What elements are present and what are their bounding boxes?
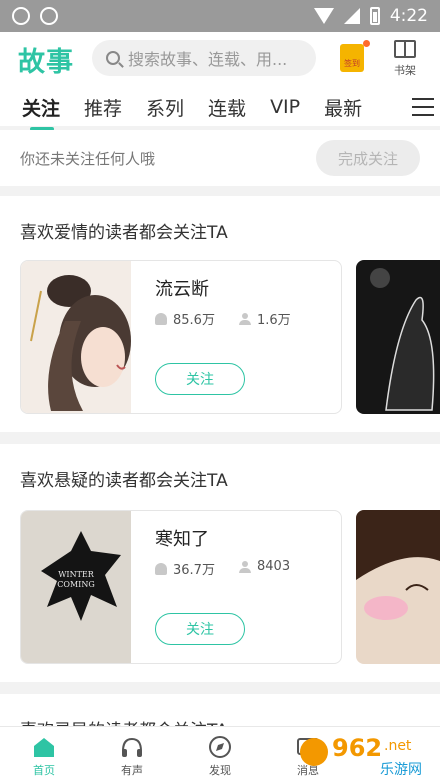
empty-message: 你还未关注任何人哦 <box>20 149 156 168</box>
tab-latest[interactable]: 最新 <box>324 94 362 121</box>
done-follow-button[interactable]: 完成关注 <box>316 140 420 176</box>
author-card[interactable]: 流云断 85.6万 1.6万 关注 <box>20 260 342 414</box>
watermark-domain: .net <box>384 738 412 754</box>
tab-series[interactable]: 系列 <box>146 94 184 121</box>
author-cover-image: WINTER COMING <box>21 511 131 663</box>
follow-empty-banner: 你还未关注任何人哦 完成关注 <box>0 130 440 186</box>
tab-follow[interactable]: 关注 <box>22 94 60 131</box>
compass-icon <box>209 736 231 758</box>
author-name: 寒知了 <box>155 529 209 550</box>
watermark-brand: 962 <box>332 734 382 762</box>
feather-icon <box>155 562 167 575</box>
home-icon <box>34 738 54 757</box>
read-count-value: 85.6万 <box>173 313 215 328</box>
bottom-navigation: 首页 有声 发现 消息 962 .net 乐游网 <box>0 726 440 782</box>
search-placeholder: 搜索故事、连载、用... <box>128 50 288 69</box>
site-watermark: 962 .net 乐游网 <box>300 734 422 778</box>
author-cover-image <box>21 261 131 413</box>
nav-discover[interactable]: 发现 <box>176 727 264 782</box>
fan-count: 1.6万 <box>239 309 291 328</box>
follow-button[interactable]: 关注 <box>155 363 245 395</box>
signin-button[interactable]: 签到 <box>340 40 370 72</box>
cover-text: COMING <box>57 580 94 589</box>
fan-count: 8403 <box>239 559 290 574</box>
nav-label: 首页 <box>33 764 55 777</box>
notification-dot <box>363 40 370 47</box>
book-icon <box>394 40 416 58</box>
author-card[interactable]: WINTER COMING 寒知了 36.7万 8403 关注 <box>20 510 342 664</box>
section-title: 喜欢悬疑的读者都会关注TA <box>20 471 228 491</box>
app-notification-icon <box>40 7 58 25</box>
tab-recommend[interactable]: 推荐 <box>84 94 122 121</box>
fan-count-value: 8403 <box>257 559 291 574</box>
status-time: 4:22 <box>389 6 428 26</box>
person-icon <box>239 312 251 325</box>
bookshelf-label: 书架 <box>394 64 416 77</box>
tab-serial[interactable]: 连载 <box>208 94 246 121</box>
read-count: 36.7万 <box>155 559 215 578</box>
recommend-section-mystery: 喜欢悬疑的读者都会关注TA WINTER COMING 寒知了 36.7万 84… <box>0 444 440 682</box>
watermark-site: 乐游网 <box>380 762 422 778</box>
recommend-section-romance: 喜欢爱情的读者都会关注TA 流云断 85.6万 1.6万 关注 <box>0 196 440 432</box>
signal-icon <box>343 8 360 24</box>
cover-text: WINTER <box>58 570 95 579</box>
menu-icon[interactable] <box>412 98 434 116</box>
feather-icon <box>155 312 167 325</box>
follow-button[interactable]: 关注 <box>155 613 245 645</box>
headphones-icon <box>122 737 142 757</box>
nav-home[interactable]: 首页 <box>0 727 88 782</box>
category-tabs: 关注 推荐 系列 连载 VIP 最新 <box>0 88 440 131</box>
person-icon <box>239 560 251 573</box>
wifi-icon <box>313 8 334 24</box>
read-count-value: 36.7万 <box>173 563 215 578</box>
app-logo: 故事 <box>18 47 74 78</box>
status-bar: 4:22 <box>0 0 440 32</box>
bookshelf-button[interactable]: 书架 <box>388 40 422 78</box>
tab-vip[interactable]: VIP <box>270 96 300 118</box>
search-icon <box>106 51 120 65</box>
nav-label: 发现 <box>209 764 231 777</box>
app-notification-icon <box>12 7 30 25</box>
fan-count-value: 1.6万 <box>257 313 291 328</box>
menu-area <box>400 88 440 126</box>
top-header: 故事 搜索故事、连载、用... 签到 书架 关注 推荐 系列 连载 VIP 最新 <box>0 32 440 131</box>
nav-label: 有声 <box>121 764 143 777</box>
read-count: 85.6万 <box>155 309 215 328</box>
author-name: 流云断 <box>155 279 209 300</box>
nav-audio[interactable]: 有声 <box>88 727 176 782</box>
section-title: 喜欢爱情的读者都会关注TA <box>20 223 228 243</box>
search-bar[interactable]: 搜索故事、连载、用... <box>92 40 316 76</box>
author-card-peek[interactable] <box>356 510 440 664</box>
battery-icon <box>369 7 380 25</box>
author-card-peek[interactable] <box>356 260 440 414</box>
signin-label: 签到 <box>344 59 360 68</box>
